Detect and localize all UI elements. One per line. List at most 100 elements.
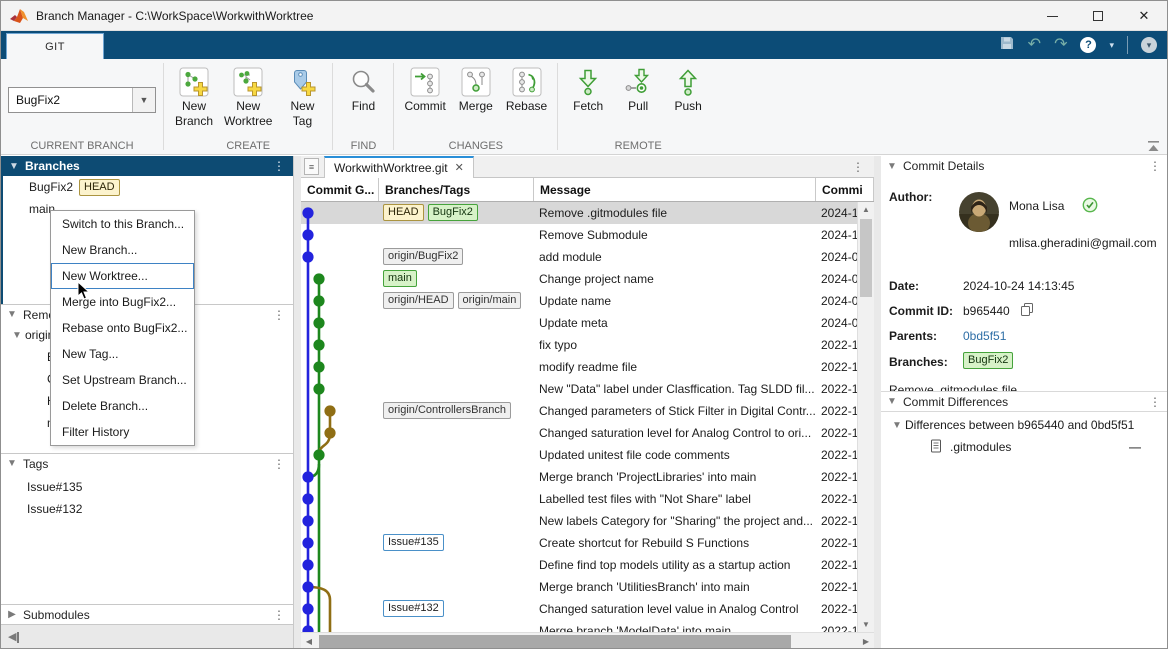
commit-row[interactable]: Merge branch 'UtilitiesBranch' into main…	[301, 576, 857, 598]
tab-git[interactable]: GIT	[6, 33, 104, 59]
scroll-up-icon[interactable]: ▲	[858, 202, 874, 217]
new-branch-button[interactable]: NewBranch	[174, 65, 214, 129]
expand-triangle-icon[interactable]: ▶	[1, 609, 23, 620]
collapse-ribbon-icon[interactable]	[1147, 139, 1161, 151]
menu-item-set-upstream-branch[interactable]: Set Upstream Branch...	[51, 367, 194, 393]
collapse-pane-left-icon[interactable]: ◀	[8, 632, 19, 643]
rebase-button[interactable]: Rebase	[506, 65, 547, 114]
commit-row[interactable]: origin/HEADorigin/mainUpdate name2024-0	[301, 290, 857, 312]
document-tab[interactable]: WorkwithWorktree.git ✕	[324, 156, 474, 178]
commit-row[interactable]: origin/ControllersBranchChanged paramete…	[301, 400, 857, 422]
commit-row[interactable]: modify readme file2022-1	[301, 356, 857, 378]
redo-icon[interactable]: ↷	[1054, 37, 1067, 53]
save-icon[interactable]	[999, 35, 1015, 56]
menu-item-delete-branch[interactable]: Delete Branch...	[51, 393, 194, 419]
commit-row[interactable]: New "Data" label under Clasffication. Ta…	[301, 378, 857, 400]
diff-file-row[interactable]: .gitmodules—	[881, 436, 1168, 458]
rebase-icon	[511, 65, 543, 99]
vscroll-thumb[interactable]	[860, 219, 872, 297]
commit-row[interactable]: Labelled test files with "Not Share" lab…	[301, 488, 857, 510]
commit-details-header[interactable]: ▼ Commit Details ⋮	[881, 156, 1168, 176]
kebab-vertical-icon[interactable]: ⋮	[273, 308, 285, 322]
commit-row[interactable]: HEADBugFix2Remove .gitmodules file2024-1	[301, 202, 857, 224]
scroll-left-icon[interactable]: ◀	[301, 633, 317, 649]
commit-row[interactable]: Issue#132Changed saturation level value …	[301, 598, 857, 620]
vertical-scrollbar[interactable]: ▲ ▼	[857, 202, 874, 632]
find-button[interactable]: Find	[343, 65, 383, 114]
collapse-triangle-icon[interactable]: ▼	[881, 161, 903, 172]
menu-item-filter-history[interactable]: Filter History	[51, 419, 194, 445]
tag-item[interactable]: Issue#132	[1, 498, 293, 520]
details-splitter[interactable]	[874, 156, 881, 649]
maximize-icon[interactable]	[1075, 1, 1121, 31]
current-branch-combobox[interactable]: BugFix2 ▼	[8, 87, 156, 113]
branches-panel-header[interactable]: ▼ Branches ⋮	[1, 156, 293, 176]
tag-item[interactable]: Issue#135	[1, 476, 293, 498]
new-tag-button[interactable]: NewTag	[282, 65, 322, 129]
menu-item-new-worktree[interactable]: New Worktree...	[51, 263, 194, 289]
hscroll-thumb[interactable]	[319, 635, 791, 648]
tags-panel-header[interactable]: ▼ Tags ⋮	[1, 453, 293, 473]
kebab-vertical-icon[interactable]: ⋮	[273, 608, 285, 622]
copy-icon[interactable]	[1020, 302, 1034, 319]
collapse-triangle-icon[interactable]: ▼	[889, 420, 905, 431]
commit-row[interactable]: Merge branch 'ProjectLibraries' into mai…	[301, 466, 857, 488]
differences-group-row[interactable]: ▼ Differences between b965440 and 0bd5f5…	[881, 414, 1168, 436]
column-header-4[interactable]: Commi	[816, 178, 874, 201]
commit-row[interactable]: fix typo2022-1	[301, 334, 857, 356]
commit-row[interactable]: origin/BugFix2add module2024-0	[301, 246, 857, 268]
commit-row[interactable]: Update meta2024-0	[301, 312, 857, 334]
horizontal-scrollbar[interactable]: ◀ ▶	[301, 632, 874, 649]
collapse-triangle-icon[interactable]: ▼	[1, 309, 23, 320]
commit-row[interactable]: Merge branch 'ModelData' into main2022-1	[301, 620, 857, 632]
fetch-button[interactable]: Fetch	[568, 65, 608, 114]
merge-button[interactable]: Merge	[456, 65, 496, 114]
commit-row[interactable]: Remove Submodule2024-1	[301, 224, 857, 246]
help-icon[interactable]: ?	[1080, 37, 1096, 53]
menu-item-new-branch[interactable]: New Branch...	[51, 237, 194, 263]
menu-item-merge-into-bugfix2[interactable]: Merge into BugFix2...	[51, 289, 194, 315]
collapse-triangle-icon[interactable]: ▼	[3, 161, 25, 172]
menu-item-switch-to-this-branch[interactable]: Switch to this Branch...	[51, 211, 194, 237]
collapse-triangle-icon[interactable]: ▼	[1, 458, 23, 469]
column-header-1[interactable]: Commit G...	[301, 178, 379, 201]
toolstrip: BugFix2 ▼ CURRENT BRANCH NewBranchNewWor…	[1, 59, 1167, 155]
commit-row[interactable]: New labels Category for "Sharing" the pr…	[301, 510, 857, 532]
sidebar-splitter[interactable]	[294, 156, 301, 649]
scroll-right-icon[interactable]: ▶	[858, 633, 874, 649]
menu-item-new-tag[interactable]: New Tag...	[51, 341, 194, 367]
collapse-circle-icon[interactable]: ▾	[1141, 37, 1157, 53]
commit-row[interactable]: Updated unitest file code comments2022-1	[301, 444, 857, 466]
parent-commit-link[interactable]: 0bd5f51	[963, 329, 1006, 343]
caret-down-icon[interactable]: ▾	[1109, 40, 1114, 51]
commit-row[interactable]: mainChange project name2024-0	[301, 268, 857, 290]
file-icon	[929, 439, 943, 456]
submodules-panel-header[interactable]: ▶ Submodules ⋮	[1, 604, 293, 625]
kebab-vertical-icon[interactable]: ⋮	[1149, 159, 1161, 173]
menu-item-rebase-onto-bugfix2[interactable]: Rebase onto BugFix2...	[51, 315, 194, 341]
close-icon[interactable]: ✕	[1121, 1, 1167, 31]
document-bar-icon[interactable]: ≡	[304, 158, 319, 175]
commit-differences-header[interactable]: ▼ Commit Differences ⋮	[881, 391, 1168, 412]
kebab-vertical-icon[interactable]: ⋮	[1149, 395, 1161, 409]
commit-button[interactable]: Commit	[404, 65, 445, 114]
chevron-down-icon[interactable]: ▼	[132, 88, 155, 112]
scroll-down-icon[interactable]: ▼	[858, 617, 874, 632]
column-header-2[interactable]: Branches/Tags	[379, 178, 534, 201]
commit-row[interactable]: Changed saturation level for Analog Cont…	[301, 422, 857, 444]
new-worktree-button[interactable]: NewWorktree	[224, 65, 272, 129]
close-tab-icon[interactable]: ✕	[455, 161, 464, 174]
pull-button[interactable]: Pull	[618, 65, 658, 114]
commit-row[interactable]: Issue#135Create shortcut for Rebuild S F…	[301, 532, 857, 554]
column-header-3[interactable]: Message	[534, 178, 816, 201]
collapse-triangle-icon[interactable]: ▼	[9, 330, 25, 341]
push-button[interactable]: Push	[668, 65, 708, 114]
kebab-vertical-icon[interactable]: ⋮	[273, 159, 285, 173]
collapse-triangle-icon[interactable]: ▼	[881, 396, 903, 407]
minimize-icon[interactable]	[1029, 1, 1075, 31]
kebab-vertical-icon[interactable]: ⋮	[852, 160, 864, 174]
branch-item-bugfix2[interactable]: BugFix2HEAD	[3, 176, 293, 198]
commit-row[interactable]: Define find top models utility as a star…	[301, 554, 857, 576]
kebab-vertical-icon[interactable]: ⋮	[273, 457, 285, 471]
undo-icon[interactable]: ↶	[1028, 37, 1041, 53]
